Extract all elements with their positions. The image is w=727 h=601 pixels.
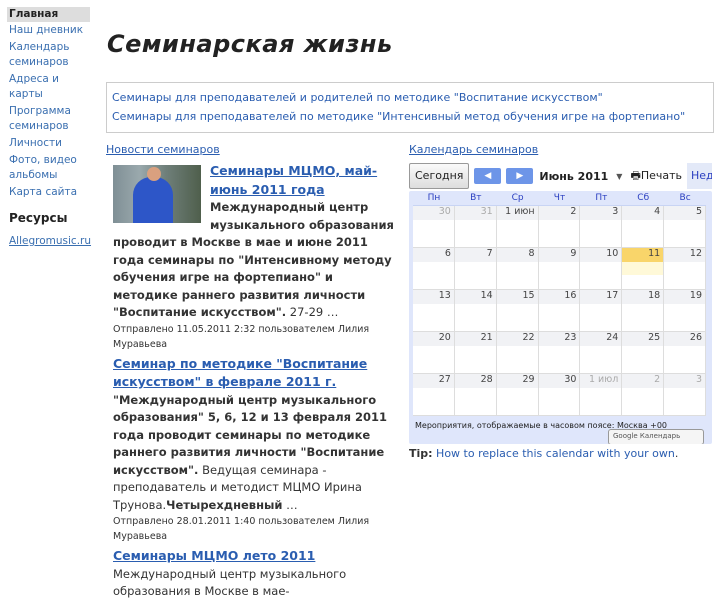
news-item: Семинары МЦМО лето 2011 Международный це… [113, 547, 396, 601]
weekday-label: Вт [470, 193, 482, 203]
print-label: Печать [640, 168, 682, 182]
day-cell[interactable]: 9 [538, 248, 581, 289]
printer-icon: 🖶 [630, 168, 641, 182]
tip-end: . [674, 447, 679, 460]
sidebar: Главная Наш дневник Календарь семинаров … [7, 7, 93, 249]
day-cell[interactable]: 30 [413, 206, 455, 247]
day-cell[interactable]: 14 [454, 290, 497, 331]
google-calendar-button[interactable]: Google Календарь [608, 429, 704, 444]
news-photo[interactable] [113, 165, 201, 223]
weekday-header: Пн Вт Ср Чт Пт Сб Вс [413, 193, 706, 206]
day-cell[interactable]: 15 [496, 290, 539, 331]
tip-link[interactable]: How to replace this calendar with your o… [436, 447, 675, 460]
day-cell[interactable]: 23 [538, 332, 581, 373]
sidebar-item-addresses[interactable]: Адреса и карты [7, 71, 90, 103]
sidebar-item-calendar[interactable]: Календарь семинаров [7, 39, 90, 71]
calendar-toolbar: Сегодня ◀ ▶ Июнь 2011 ▼ 🖶Печать Неделя [409, 163, 712, 189]
day-cell[interactable]: 19 [664, 290, 707, 331]
news-title-link[interactable]: Семинар по методике "Воспитание искусств… [113, 356, 367, 390]
day-cell[interactable]: 1 июн [496, 206, 539, 247]
day-cell[interactable]: 24 [580, 332, 623, 373]
seminar-link-piano[interactable]: Семинары для преподавателей по методике … [112, 107, 708, 126]
day-cell[interactable]: 30 [538, 374, 581, 415]
seminar-link-parents[interactable]: Семинары для преподавателей и родителей … [112, 88, 708, 107]
news-title-link[interactable]: Семинары МЦМО лето 2011 [113, 548, 315, 563]
month-dropdown-icon[interactable]: ▼ [616, 172, 622, 181]
sidebar-item-sitemap[interactable]: Карта сайта [7, 184, 90, 201]
week-row: 20 21 22 23 24 25 26 [413, 332, 707, 374]
week-row: 13 14 15 16 17 18 19 [413, 290, 707, 332]
day-cell[interactable]: 1 июл [580, 374, 623, 415]
week-row: 30 31 1 июн 2 3 4 5 [413, 206, 707, 248]
day-cell[interactable]: 31 [454, 206, 497, 247]
day-cell[interactable]: 8 [496, 248, 539, 289]
day-cell[interactable]: 26 [664, 332, 707, 373]
news-title-link[interactable]: Семинары МЦМО, май-июнь 2011 года [210, 163, 377, 197]
print-button[interactable]: 🖶Печать [630, 167, 682, 186]
sidebar-item-people[interactable]: Личности [7, 135, 90, 152]
day-cell[interactable]: 2 [538, 206, 581, 247]
weekday-label: Пт [595, 193, 608, 203]
day-cell[interactable]: 17 [580, 290, 623, 331]
day-cell[interactable]: 18 [622, 290, 665, 331]
day-cell[interactable]: 20 [413, 332, 455, 373]
news-ellipsis: … [282, 497, 298, 512]
day-cell[interactable]: 11 [622, 248, 665, 289]
current-month: Июнь 2011 [539, 169, 609, 183]
day-cell[interactable]: 16 [538, 290, 581, 331]
tip-label: Tip: [409, 447, 433, 460]
day-cell[interactable]: 4 [622, 206, 665, 247]
today-button[interactable]: Сегодня [409, 163, 470, 189]
calendar-widget: Сегодня ◀ ▶ Июнь 2011 ▼ 🖶Печать Неделя П… [409, 163, 712, 460]
weekday-label: Пн [427, 193, 441, 203]
week-row: 6 7 8 9 10 11 12 [413, 248, 707, 290]
weekday-label: Сб [637, 193, 650, 203]
news-body-rest: 27-29 … [286, 305, 339, 319]
seminar-links-box: Семинары для преподавателей и родителей … [106, 82, 714, 133]
day-cell[interactable]: 21 [454, 332, 497, 373]
page-title: Семинарская жизнь [107, 30, 393, 58]
day-cell[interactable]: 13 [413, 290, 455, 331]
calendar-grid: Пн Вт Ср Чт Пт Сб Вс 30 31 1 июн 2 3 4 5 6 7 8 9 10 11 12 13… [409, 191, 712, 444]
sidebar-item-photo[interactable]: Фото, видео альбомы [7, 152, 90, 184]
weekday-label: Ср [511, 193, 524, 203]
news-meta: Отправлено 11.05.2011 2:32 пользователем… [113, 323, 370, 350]
weekday-label: Чт [553, 193, 566, 203]
week-row: 27 28 29 30 1 июл 2 3 [413, 374, 707, 416]
news-heading-link[interactable]: Новости семинаров [106, 143, 220, 156]
day-cell[interactable]: 27 [413, 374, 455, 415]
calendar-footer: Мероприятия, отображаемые в часовом пояс… [413, 416, 706, 444]
resources-heading: Ресурсы [9, 211, 68, 225]
day-cell[interactable]: 7 [454, 248, 497, 289]
sidebar-item-home[interactable]: Главная [7, 7, 90, 22]
day-cell[interactable]: 12 [664, 248, 707, 289]
news-item: Семинары МЦМО, май-июнь 2011 года Междун… [113, 162, 396, 352]
day-cell[interactable]: 6 [413, 248, 455, 289]
news-list: Семинары МЦМО, май-июнь 2011 года Междун… [113, 162, 396, 601]
day-cell[interactable]: 3 [580, 206, 623, 247]
day-cell[interactable]: 10 [580, 248, 623, 289]
day-cell[interactable]: 3 [664, 374, 707, 415]
sidebar-item-diary[interactable]: Наш дневник [7, 22, 90, 39]
news-body: Международный центр музыкального образов… [113, 566, 347, 599]
news-body-bold: Четырехдневный [166, 497, 283, 512]
news-meta: Отправлено 28.01.2011 1:40 пользователем… [113, 516, 370, 542]
day-cell[interactable]: 5 [664, 206, 707, 247]
day-cell[interactable]: 28 [454, 374, 497, 415]
calendar-heading-link[interactable]: Календарь семинаров [409, 143, 538, 156]
allegromusic-link[interactable]: Allegromusic.ru [7, 235, 93, 247]
next-month-button[interactable]: ▶ [506, 168, 534, 184]
sidebar-item-program[interactable]: Программа семинаров [7, 103, 90, 135]
prev-month-button[interactable]: ◀ [474, 168, 502, 184]
day-cell[interactable]: 25 [622, 332, 665, 373]
day-cell[interactable]: 2 [622, 374, 665, 415]
tab-week[interactable]: Неделя [687, 163, 712, 189]
tip: Tip: How to replace this calendar with y… [409, 447, 712, 460]
weekday-label: Вс [679, 193, 691, 203]
day-cell[interactable]: 29 [496, 374, 539, 415]
day-cell[interactable]: 22 [496, 332, 539, 373]
news-item: Семинар по методике "Воспитание искусств… [113, 355, 396, 545]
